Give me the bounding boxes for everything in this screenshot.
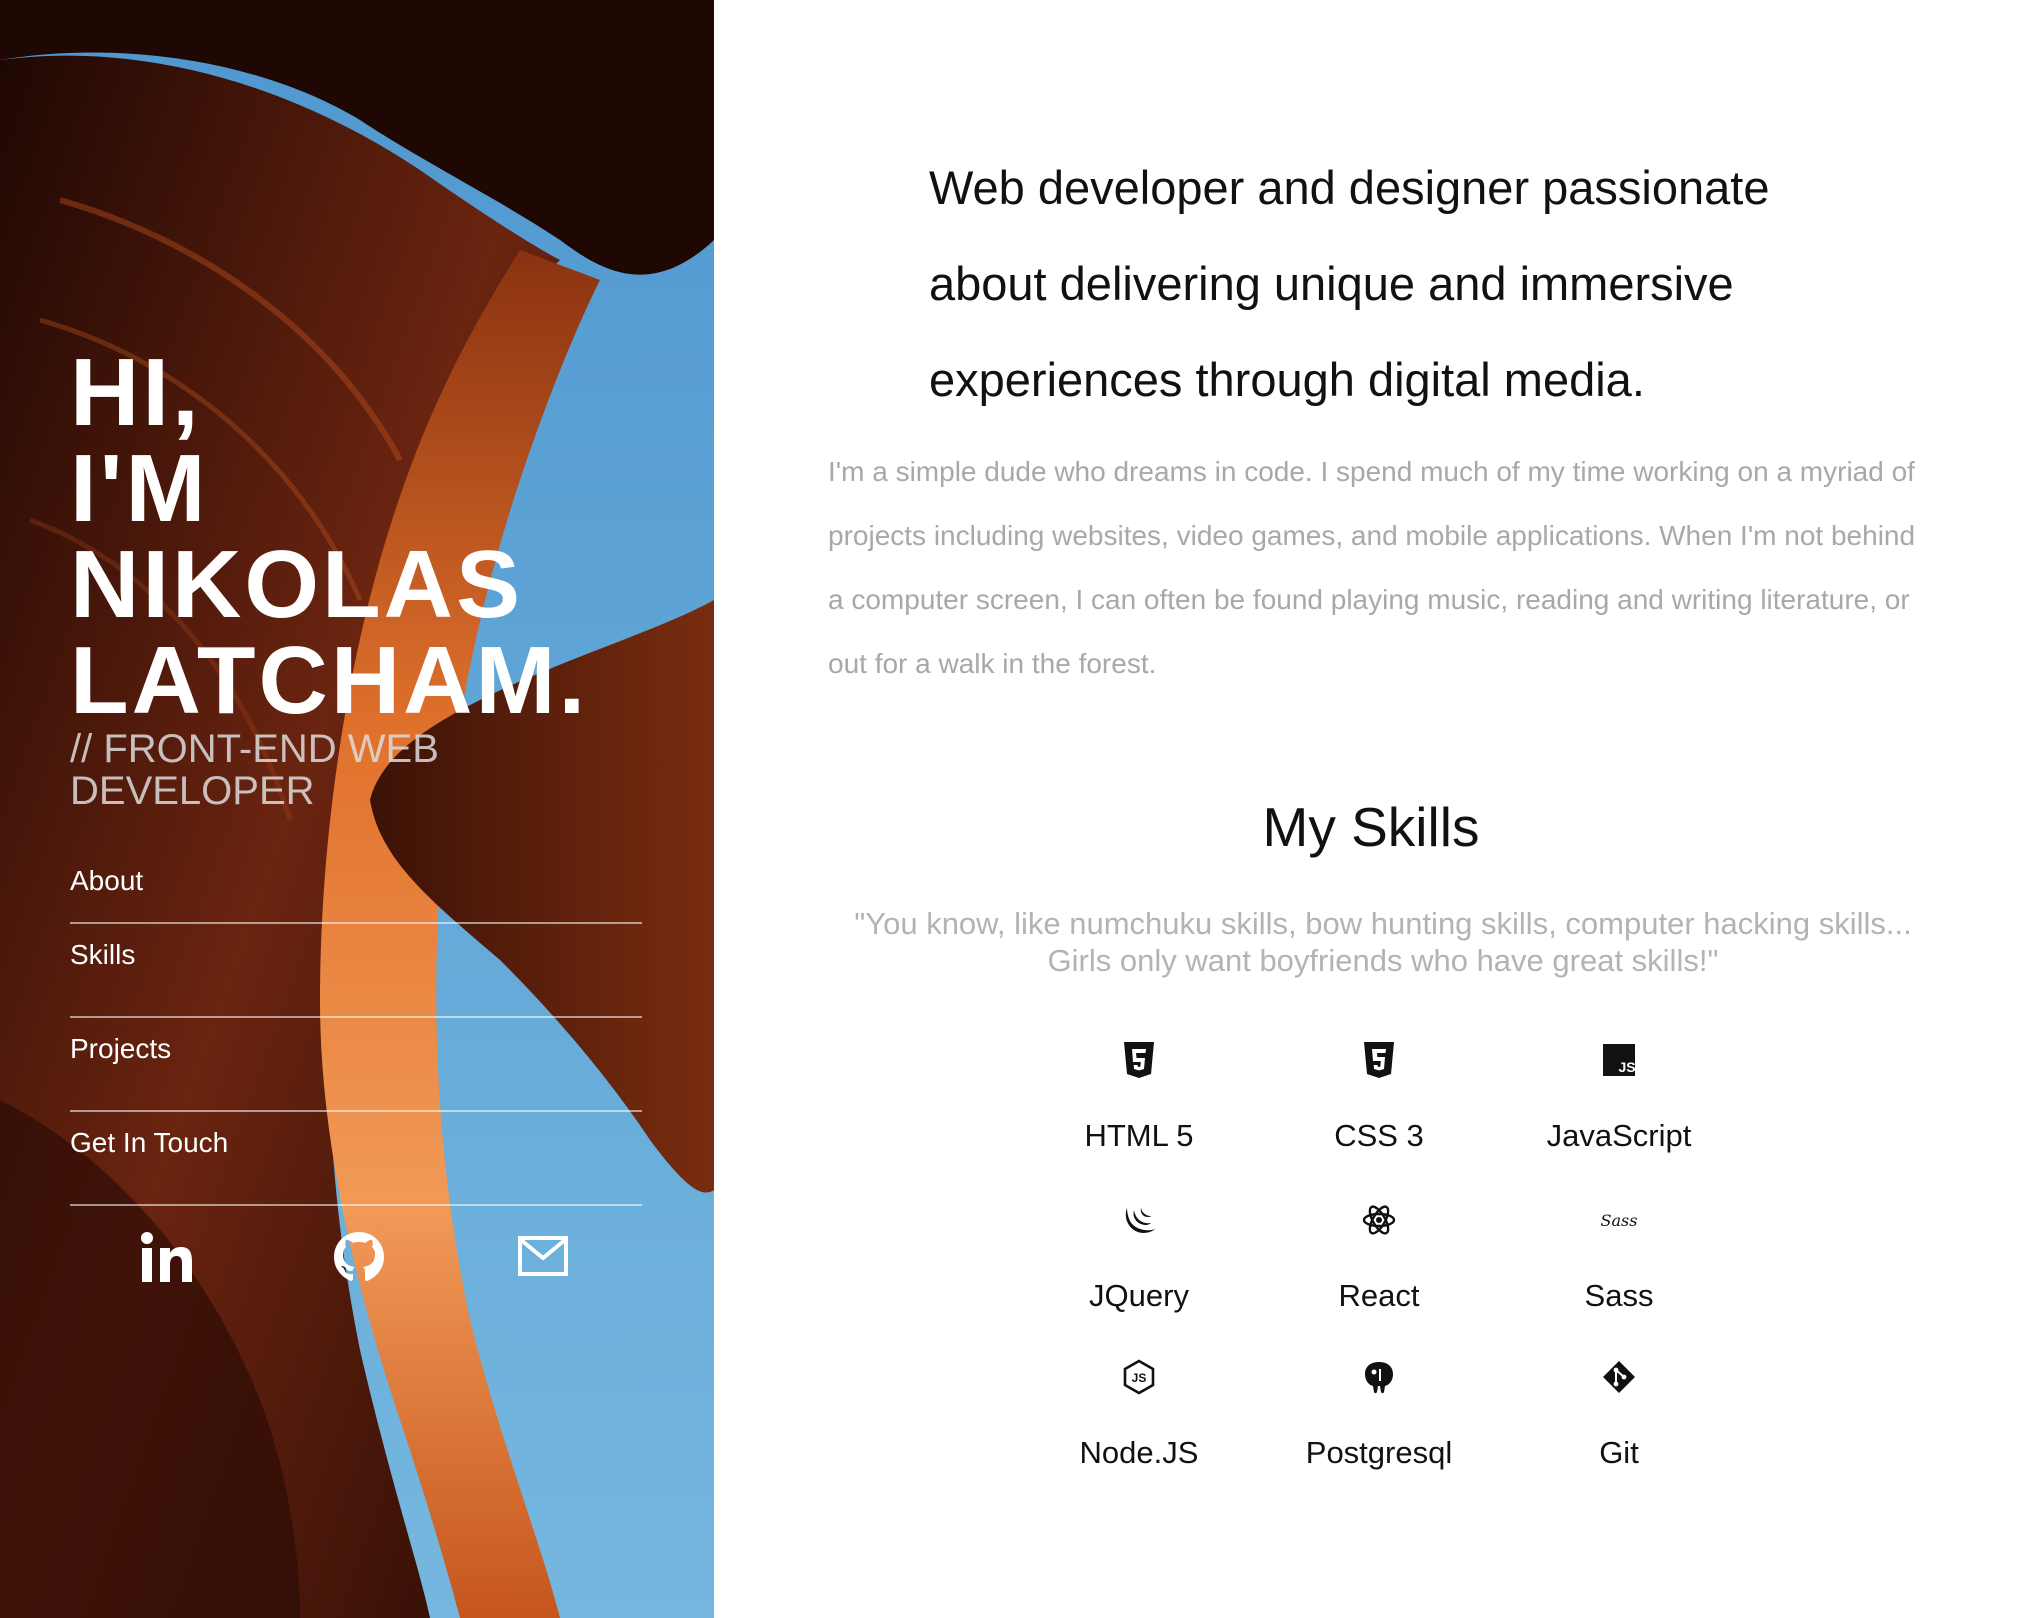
postgresql-icon — [1365, 1362, 1393, 1394]
skill-label: Node.JS — [1079, 1435, 1199, 1470]
skill-item: Sass Sass — [1499, 1200, 1739, 1314]
github-icon[interactable] — [332, 1230, 386, 1284]
hero-title-line: I'M — [70, 435, 209, 542]
intro-statement: Web developer and designer passionate ab… — [929, 161, 1770, 406]
social-links — [70, 1230, 642, 1300]
skill-label: React — [1338, 1278, 1420, 1313]
bio-paragraph: I'm a simple dude who dreams in code. I … — [828, 456, 1916, 679]
skill-item: Postgresql — [1259, 1357, 1499, 1471]
html5-icon — [1124, 1042, 1154, 1078]
hero-title-line: HI, — [70, 339, 202, 446]
svg-text:JS: JS — [1132, 1371, 1147, 1385]
skills-quote-line: "You know, like numchuku skills, bow hun… — [854, 906, 1912, 941]
nav-item-get-in-touch[interactable]: Get In Touch — [70, 1112, 642, 1206]
svg-text:JS: JS — [1618, 1059, 1635, 1075]
skill-item: JS JavaScript — [1499, 1040, 1739, 1154]
skill-item: JS Node.JS — [1019, 1357, 1259, 1471]
nav-item-skills[interactable]: Skills — [70, 924, 642, 1018]
skill-label: CSS 3 — [1334, 1118, 1424, 1153]
jquery-icon — [1125, 1208, 1155, 1233]
skills-quote: "You know, like numchuku skills, bow hun… — [828, 905, 1938, 979]
hero-title: HI, I'M NIKOLAS LATCHAM. — [70, 345, 588, 729]
react-icon — [1362, 1205, 1396, 1235]
skill-label: Git — [1599, 1435, 1639, 1470]
skill-label: Sass — [1584, 1278, 1654, 1313]
linkedin-icon[interactable] — [138, 1230, 194, 1284]
skills-quote-line: Girls only want boyfriends who have grea… — [1047, 943, 1719, 978]
hero-title-line: NIKOLAS — [70, 531, 523, 638]
skill-label: JavaScript — [1546, 1118, 1692, 1153]
nav-item-projects[interactable]: Projects — [70, 1018, 642, 1112]
svg-text:Sass: Sass — [1601, 1211, 1638, 1230]
mail-icon[interactable] — [518, 1236, 568, 1276]
skills-heading: My Skills — [1262, 796, 1480, 858]
skill-item: HTML 5 — [1019, 1040, 1259, 1154]
hero-panel: HI, I'M NIKOLAS LATCHAM. // FRONT-END WE… — [0, 0, 714, 1618]
skill-label: Postgresql — [1305, 1435, 1453, 1470]
skill-item: JQuery — [1019, 1200, 1259, 1314]
skill-item: React — [1259, 1200, 1499, 1314]
hero-title-line: LATCHAM. — [70, 627, 589, 734]
nodejs-icon: JS — [1123, 1359, 1155, 1395]
skill-label: HTML 5 — [1084, 1118, 1194, 1153]
skill-item: Git — [1499, 1357, 1739, 1471]
hero-subtitle: // FRONT-END WEB DEVELOPER — [70, 727, 439, 813]
skill-item: CSS 3 — [1259, 1040, 1499, 1154]
git-icon — [1603, 1361, 1635, 1393]
main-nav: About Skills Projects Get In Touch — [70, 850, 642, 1206]
sass-icon: Sass — [1601, 1211, 1638, 1230]
css3-icon — [1364, 1042, 1394, 1078]
javascript-icon: JS — [1603, 1044, 1636, 1076]
skill-label: JQuery — [1089, 1278, 1189, 1313]
nav-item-about[interactable]: About — [70, 850, 642, 924]
main-content: Web developer and designer passionate ab… — [714, 0, 2028, 1618]
